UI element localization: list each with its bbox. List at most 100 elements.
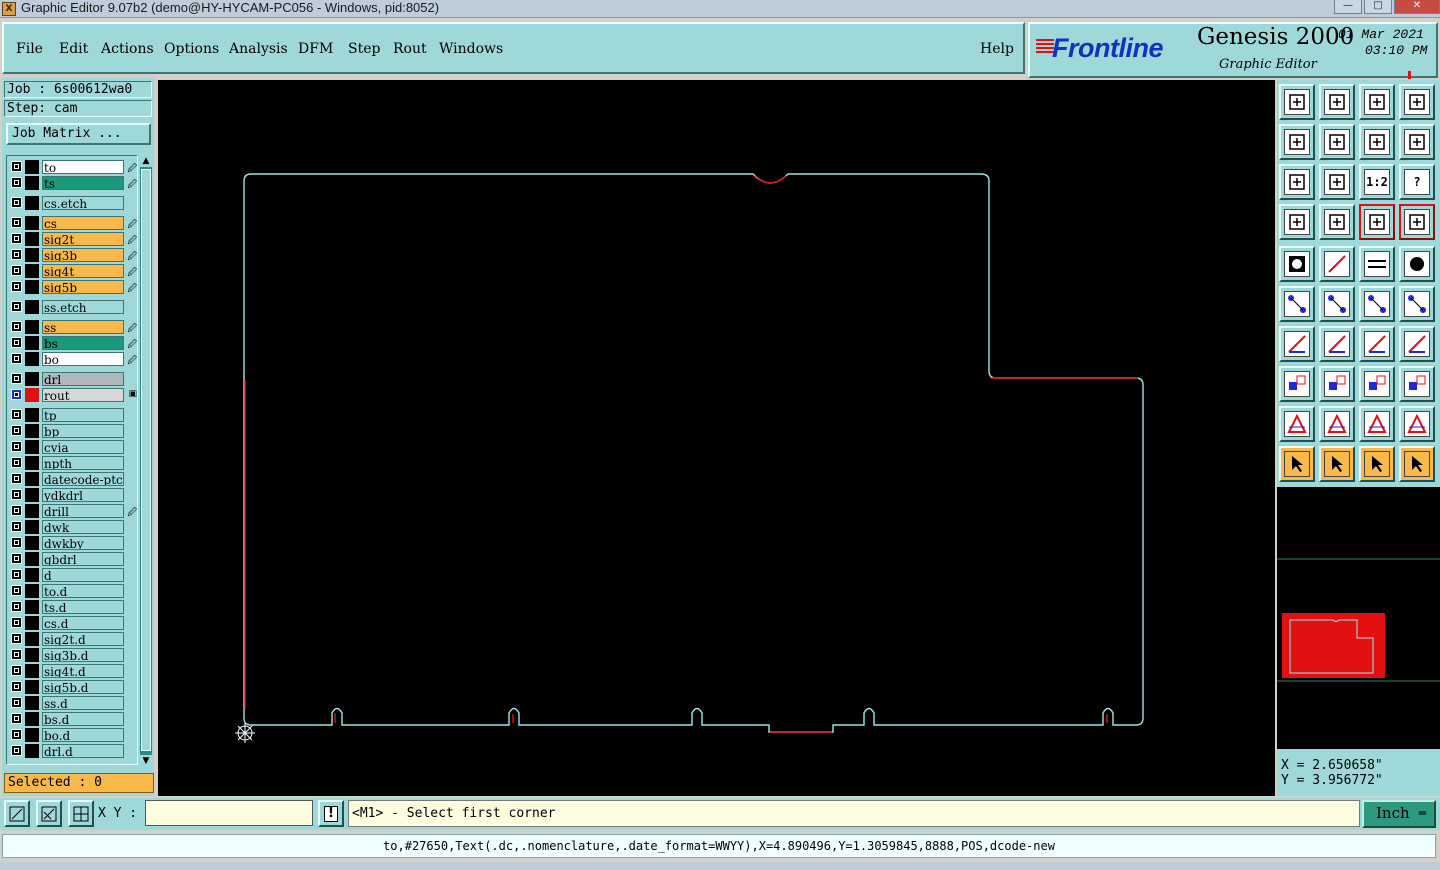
layer-row[interactable]: datecode-ptc: [7, 471, 137, 487]
layer-name[interactable]: sig4t.d: [42, 664, 124, 678]
redraw-tool-button[interactable]: [1399, 124, 1435, 160]
grid-tool-button[interactable]: [1319, 204, 1355, 240]
point-tool-button[interactable]: [1399, 286, 1435, 322]
layer-visibility-checkbox[interactable]: [11, 697, 22, 708]
layer-color-swatch[interactable]: [25, 744, 39, 758]
house-tool-button[interactable]: [1359, 84, 1395, 120]
layer-name[interactable]: drl.d: [42, 744, 124, 758]
measure-tool-button[interactable]: [1359, 286, 1395, 322]
snap-alt-tool-button[interactable]: [1399, 204, 1435, 240]
text-tool-button[interactable]: [1359, 406, 1395, 442]
ruler-tool-button[interactable]: [1359, 246, 1395, 282]
layer-color-swatch[interactable]: [25, 196, 39, 210]
layer-name[interactable]: sig3b.d: [42, 648, 124, 662]
snap-tool-button[interactable]: [1359, 204, 1395, 240]
layer-row[interactable]: gbdrl: [7, 551, 137, 567]
select-feature-tool-button[interactable]: [1279, 246, 1315, 282]
layer-color-swatch[interactable]: [25, 440, 39, 454]
layer-name[interactable]: cs.etch: [42, 196, 124, 210]
layer-row[interactable]: bp: [7, 423, 137, 439]
layer-row[interactable]: ydkdrl: [7, 487, 137, 503]
layer-name[interactable]: ydkdrl: [42, 488, 124, 502]
layer-row[interactable]: sig3b.d: [7, 647, 137, 663]
zoom-box-button[interactable]: [4, 800, 30, 827]
layer-name[interactable]: bo.d: [42, 728, 124, 742]
layer-name[interactable]: ts: [42, 176, 124, 190]
menu-options[interactable]: Options: [164, 41, 219, 57]
layer-row[interactable]: cs.etch: [7, 195, 137, 211]
layer-visibility-checkbox[interactable]: [11, 233, 22, 244]
layer-color-swatch[interactable]: [25, 664, 39, 678]
page-up-tool-button[interactable]: [1319, 84, 1355, 120]
layer-name[interactable]: ss.etch: [42, 300, 124, 314]
layer-visibility-checkbox[interactable]: [11, 321, 22, 332]
layer-visibility-checkbox[interactable]: [11, 409, 22, 420]
layer-color-swatch[interactable]: [25, 728, 39, 742]
layer-name[interactable]: drl: [42, 372, 124, 386]
triangle-tool-button[interactable]: [1279, 406, 1315, 442]
overview-panel[interactable]: [1277, 487, 1440, 749]
layer-row[interactable]: bo.d: [7, 727, 137, 743]
layer-color-swatch[interactable]: [25, 176, 39, 190]
layer-name[interactable]: dwkby: [42, 536, 124, 550]
layer-visibility-checkbox[interactable]: [11, 457, 22, 468]
layer-row[interactable]: ts 🖉: [7, 175, 137, 191]
layer-name[interactable]: sig2t.d: [42, 632, 124, 646]
layer-name[interactable]: cvia: [42, 440, 124, 454]
layer-row[interactable]: sig3b 🖉: [7, 247, 137, 263]
layer-color-swatch[interactable]: [25, 216, 39, 230]
layer-name[interactable]: rout: [42, 388, 124, 402]
layer-name[interactable]: to: [42, 160, 124, 174]
layer-name[interactable]: tp: [42, 408, 124, 422]
layer-name[interactable]: gbdrl: [42, 552, 124, 566]
close-button[interactable]: ✕: [1394, 0, 1440, 14]
home-tool-button[interactable]: [1279, 84, 1315, 120]
layer-name[interactable]: ss: [42, 320, 124, 334]
menu-edit[interactable]: Edit: [59, 41, 88, 57]
layer-visibility-checkbox[interactable]: [11, 729, 22, 740]
layer-name[interactable]: cs: [42, 216, 124, 230]
layer-row[interactable]: tp: [7, 407, 137, 423]
layer-visibility-checkbox[interactable]: [11, 537, 22, 548]
scroll-thumb[interactable]: [141, 169, 151, 751]
layer-visibility-checkbox[interactable]: [11, 745, 22, 756]
layer-visibility-checkbox[interactable]: [11, 649, 22, 660]
layer-visibility-checkbox[interactable]: [11, 249, 22, 260]
minimize-button[interactable]: —: [1334, 0, 1362, 14]
pointer-circle-tool-button[interactable]: [1359, 446, 1395, 482]
menu-file[interactable]: File: [16, 41, 43, 57]
layer-row[interactable]: bs.d: [7, 711, 137, 727]
layer-row[interactable]: to 🖉: [7, 159, 137, 175]
layer-visibility-checkbox[interactable]: [11, 473, 22, 484]
layer-name[interactable]: sig4t: [42, 264, 124, 278]
layer-row[interactable]: dwkby: [7, 535, 137, 551]
layer-row[interactable]: sig2t 🖉: [7, 231, 137, 247]
grid-snap-button[interactable]: [68, 800, 94, 827]
layer-name[interactable]: bs: [42, 336, 124, 350]
right-tool-button[interactable]: [1319, 124, 1355, 160]
layer-name[interactable]: ts.d: [42, 600, 124, 614]
box-tool-button[interactable]: [1359, 366, 1395, 402]
layer-visibility-checkbox[interactable]: [11, 353, 22, 364]
job-matrix-button[interactable]: Job Matrix ...: [6, 123, 151, 145]
layer-visibility-checkbox[interactable]: [11, 281, 22, 292]
layer-name[interactable]: sig5b.d: [42, 680, 124, 694]
layer-row[interactable]: d: [7, 567, 137, 583]
layer-visibility-checkbox[interactable]: [11, 681, 22, 692]
layer-name[interactable]: bo: [42, 352, 124, 366]
layer-color-swatch[interactable]: [25, 352, 39, 366]
layer-color-swatch[interactable]: [25, 320, 39, 334]
layer-visibility-checkbox[interactable]: [11, 265, 22, 276]
layer-color-swatch[interactable]: [25, 632, 39, 646]
scroll-down-icon[interactable]: ▼: [140, 755, 152, 767]
layer-scrollbar[interactable]: ▲ ▼: [140, 155, 152, 767]
help-tool-button[interactable]: ?: [1399, 164, 1435, 200]
add-line-tool-button[interactable]: [1319, 246, 1355, 282]
layer-row[interactable]: to.d: [7, 583, 137, 599]
layer-color-swatch[interactable]: [25, 536, 39, 550]
units-select[interactable]: Inch ═: [1362, 800, 1436, 828]
layer-color-swatch[interactable]: [25, 680, 39, 694]
connect-tool-button[interactable]: [1279, 286, 1315, 322]
layer-visibility-checkbox[interactable]: [11, 337, 22, 348]
layer-color-swatch[interactable]: [25, 160, 39, 174]
